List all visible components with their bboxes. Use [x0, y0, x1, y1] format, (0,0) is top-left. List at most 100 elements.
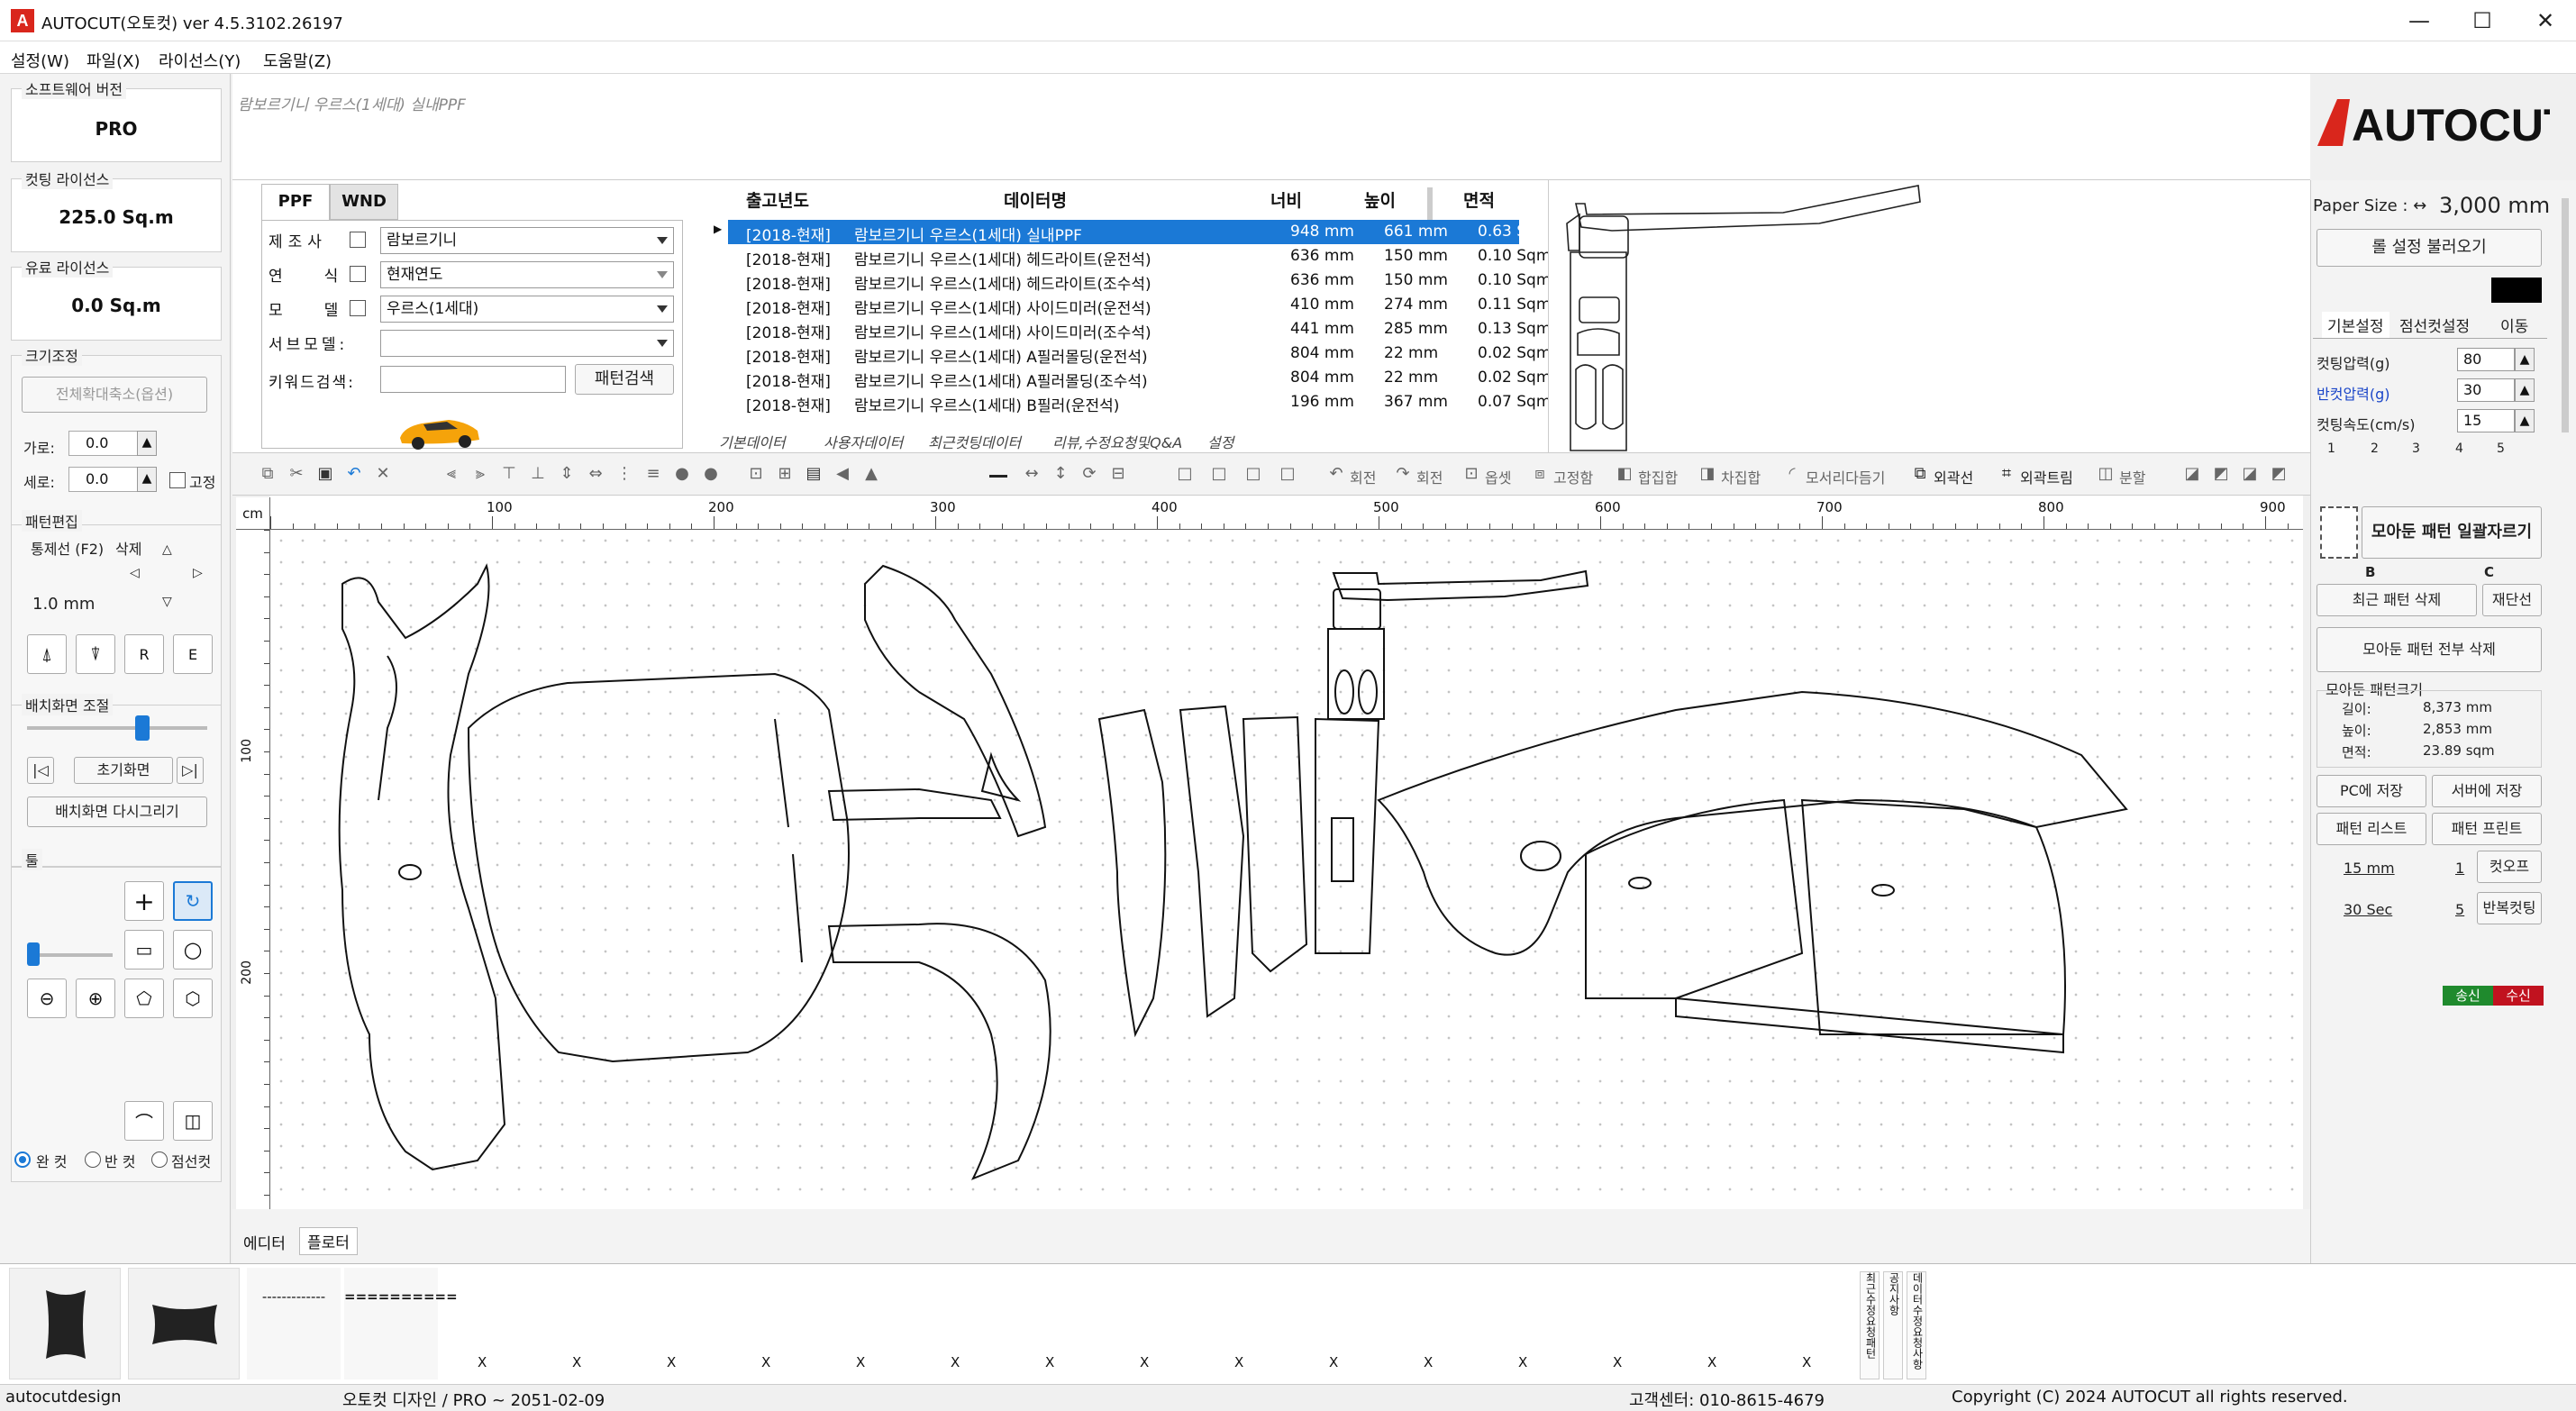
shape-b-icon[interactable]: ⬡ — [173, 979, 213, 1018]
right-scrollbar[interactable] — [2562, 198, 2569, 432]
paste-icon[interactable]: ▣ — [315, 464, 335, 484]
pattern-search-button[interactable]: 패턴검색 — [575, 364, 674, 395]
tool-slider-track[interactable] — [27, 953, 113, 957]
flip-icon[interactable]: ◀ — [833, 464, 852, 484]
pattern-side-sill[interactable] — [1675, 997, 2064, 1054]
layout-zoom-slider-handle[interactable] — [135, 715, 150, 741]
circle-icon[interactable]: ○ — [173, 930, 213, 969]
year-select[interactable]: 현재연도 — [380, 261, 674, 288]
submodel-select[interactable] — [380, 330, 674, 357]
menu-file[interactable]: 파일(X) — [86, 49, 141, 72]
grid-header-name[interactable]: 데이터명 — [1004, 187, 1067, 212]
pattern-sill-2[interactable] — [1179, 705, 1245, 1018]
frame-1-icon[interactable]: □ — [1175, 464, 1195, 484]
tab-editor[interactable]: 에디터 — [243, 1231, 286, 1253]
radio-half-cut[interactable] — [85, 1152, 101, 1168]
menu-help[interactable]: 도움말(Z) — [263, 49, 332, 72]
tab-data-requests[interactable]: 데이터수정요청사항 — [1907, 1271, 1926, 1379]
empty-slot-x[interactable]: X — [572, 1354, 581, 1370]
empty-slot-x[interactable]: X — [1613, 1354, 1622, 1370]
pattern-side-door-front[interactable] — [1585, 798, 1804, 999]
cut-line-button[interactable]: 재단선 — [2482, 584, 2542, 616]
pattern-side-quarter[interactable] — [1377, 690, 2128, 956]
align-bottom-icon[interactable]: ⊥ — [528, 464, 548, 484]
cutoff-button[interactable]: 컷오프 — [2477, 851, 2542, 883]
corner-round-icon[interactable]: ◜ — [1782, 464, 1802, 484]
tab-recent-requests[interactable]: 최근수정요청패턴 — [1860, 1271, 1880, 1379]
stack-icon[interactable]: ≡ — [643, 464, 663, 484]
keyword-input[interactable] — [380, 366, 566, 393]
repeat-cut-button[interactable]: 반복컷팅 — [2477, 892, 2542, 924]
tab-wnd[interactable]: WND — [330, 184, 398, 220]
outline-icon[interactable]: ⧉ — [1910, 464, 1930, 484]
page-1[interactable]: 1 — [2327, 442, 2335, 456]
layer-4-icon[interactable]: ◩ — [2269, 464, 2289, 484]
fix-checkbox[interactable] — [169, 472, 186, 488]
frame-2-icon[interactable]: □ — [1209, 464, 1229, 484]
plus-icon[interactable]: + — [124, 881, 164, 921]
mirror-h-icon[interactable]: ▲ — [861, 464, 881, 484]
layer-3-icon[interactable]: ◪ — [2240, 464, 2260, 484]
thumbnail-4[interactable]: ========== — [344, 1268, 458, 1379]
first-page-icon[interactable]: |◁ — [27, 757, 54, 784]
arc-icon[interactable]: ⌒ — [124, 1101, 164, 1141]
width-spinner[interactable]: ▲ — [137, 431, 157, 456]
pattern-print-button[interactable]: 패턴 프린트 — [2432, 813, 2542, 845]
frame-4-icon[interactable]: □ — [1278, 464, 1297, 484]
page-3[interactable]: 3 — [2412, 442, 2420, 456]
radio-dotted-cut[interactable] — [151, 1152, 168, 1168]
split-icon[interactable]: ◫ — [2096, 464, 2116, 484]
receive-button[interactable]: 수신 — [2493, 986, 2544, 1006]
r-button[interactable]: R — [124, 634, 164, 674]
tab-ppf[interactable]: PPF — [261, 184, 330, 220]
arrow-left-icon[interactable]: ◁ — [130, 566, 140, 580]
thumbnail-1[interactable] — [9, 1268, 121, 1379]
expand-v-icon[interactable]: ↕ — [1051, 464, 1070, 484]
empty-slot-x[interactable]: X — [1045, 1354, 1054, 1370]
subtab-recent-data[interactable]: 최근컷팅데이터 — [928, 431, 1021, 452]
thumbnail-3[interactable]: ------------- — [247, 1268, 341, 1379]
tool-slider-handle[interactable] — [27, 942, 40, 966]
offset-label[interactable]: 옵셋 — [1485, 466, 1511, 487]
menu-license[interactable]: 라이선스(Y) — [159, 49, 241, 72]
table-row[interactable]: [2018-현재] 람보르기니 우르스(1세대) 사이드미러(조수석) 441 mm… — [728, 317, 1551, 342]
unify-line-label[interactable]: 통제선 (F2) — [31, 537, 104, 559]
shape-a-icon[interactable]: ⬠ — [124, 979, 164, 1018]
subtract-icon[interactable]: ◨ — [1698, 464, 1717, 484]
mirror-icon[interactable]: ◫ — [173, 1101, 213, 1141]
collect-cut-button[interactable]: 모아둔 패턴 일괄자르기 — [2362, 506, 2542, 559]
grid-header-height[interactable]: 높이 — [1364, 187, 1396, 212]
minimize-button[interactable]: — — [2388, 0, 2451, 41]
table-row[interactable]: [2018-현재] 람보르기니 우르스(1세대) 실내PPF 948 mm 661 m… — [714, 220, 1551, 245]
outline-trim-label[interactable]: 외곽트림 — [2020, 466, 2073, 487]
layer-1-icon[interactable]: ◪ — [2182, 464, 2202, 484]
maker-checkbox[interactable] — [350, 232, 366, 248]
zoom-in-icon[interactable]: ⊕ — [76, 979, 115, 1018]
distribute-icon[interactable]: ⋮ — [614, 464, 634, 484]
tab-plotter[interactable]: 플로터 — [299, 1227, 358, 1255]
offset-icon[interactable]: ⊡ — [1461, 464, 1481, 484]
rotate-ccw-label[interactable]: 회전 — [1350, 466, 1376, 487]
distance-value[interactable]: 15 mm — [2344, 860, 2395, 877]
merge-label[interactable]: 합집합 — [1638, 466, 1678, 487]
model-select[interactable]: 우르스(1세대) — [380, 296, 674, 323]
empty-slot-x[interactable]: X — [1234, 1354, 1243, 1370]
ungroup-icon[interactable]: ⊞ — [775, 464, 795, 484]
pattern-fender-strip[interactable] — [827, 787, 1002, 822]
height-input[interactable]: 0.0 — [68, 467, 141, 492]
empty-slot-x[interactable]: X — [856, 1354, 865, 1370]
layer-2-icon[interactable]: ◩ — [2211, 464, 2231, 484]
pattern-sill-3[interactable] — [1242, 715, 1308, 973]
align-right-icon[interactable]: ⫸ — [470, 464, 490, 484]
pattern-side-door-rear[interactable] — [1800, 798, 2066, 1035]
fix-label[interactable]: 고정함 — [1553, 466, 1593, 487]
rotate-ccw-icon[interactable]: ↶ — [1326, 464, 1346, 484]
rotate-free-icon[interactable]: ⟳ — [1079, 464, 1099, 484]
resize-icon[interactable]: ⊟ — [1108, 464, 1128, 484]
year-checkbox[interactable] — [350, 266, 366, 282]
arrow-down-icon[interactable]: ▽ — [162, 595, 172, 609]
zoom-out-icon[interactable]: ⊖ — [27, 979, 67, 1018]
layout-canvas[interactable] — [270, 530, 2303, 1224]
delete-recent-pattern-button[interactable]: 최근 패턴 삭제 — [2317, 584, 2477, 616]
pattern-hood[interactable] — [467, 672, 850, 1063]
